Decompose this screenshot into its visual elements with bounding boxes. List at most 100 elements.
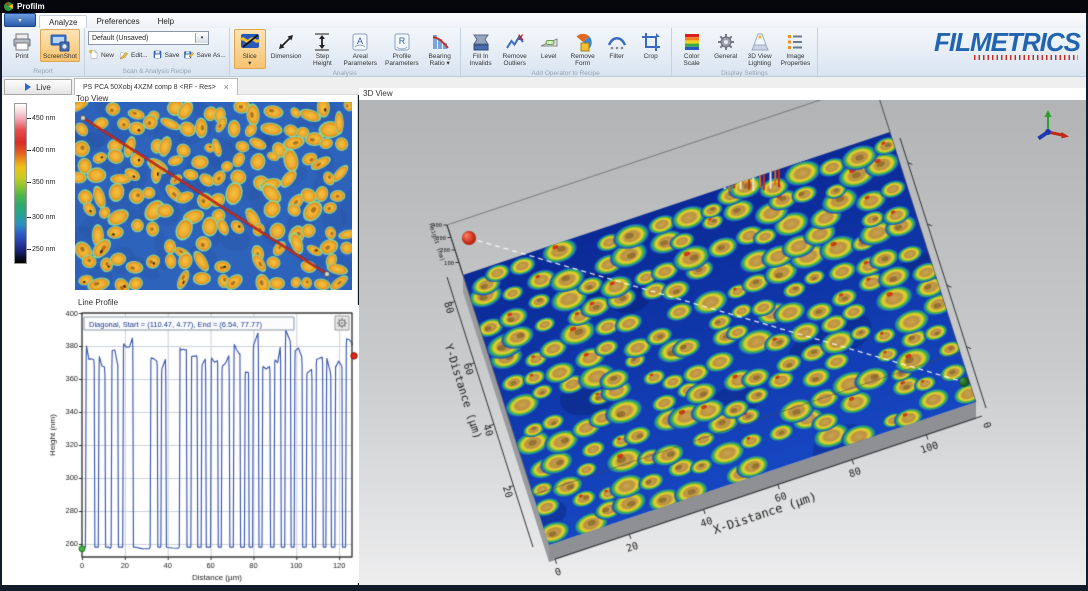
ribbon-group-analysis: Slice ▾ Dimension Step Height A Areal Parame…	[230, 28, 461, 76]
ribbon-toolbar: Print ScreenShot Report Default (Unsaved) ▾ N…	[2, 28, 1086, 77]
filmetrics-logo: FILMETRICS	[934, 30, 1080, 60]
button-label: Slice ▾	[243, 53, 257, 67]
menu-tab-help[interactable]: Help	[149, 15, 183, 28]
screenshot-button[interactable]: ScreenShot	[40, 29, 80, 62]
document-tab-label: PS PCA 50Xobj 4XZM comp 8 <RF - Res>	[83, 84, 216, 91]
filter-icon	[606, 31, 628, 53]
chevron-down-icon[interactable]: ▾	[195, 33, 208, 43]
general-settings-icon	[715, 31, 737, 53]
live-button[interactable]: Live	[4, 79, 72, 95]
new-button[interactable]: New	[88, 49, 114, 62]
button-label: Color Scale	[684, 53, 700, 67]
menu-tabs: AnalyzePreferencesHelp	[39, 15, 183, 28]
filmetrics-logo-text: FILMETRICS	[934, 30, 1080, 54]
3d-view-title: 3D View	[363, 89, 393, 98]
button-label: Remove Form	[571, 53, 595, 67]
lighting-icon	[749, 31, 771, 53]
color-scale-bar	[14, 103, 27, 264]
svg-text:x: x	[518, 32, 524, 43]
profile-parameters-button[interactable]: RProfile Parameters	[382, 29, 422, 69]
3d-surface-view[interactable]	[359, 100, 1086, 585]
button-label: Filter	[609, 53, 623, 60]
remove-form-icon	[572, 31, 594, 53]
button-label: Areal Parameters	[343, 53, 377, 67]
button-label: Profile Parameters	[385, 53, 419, 67]
chevron-down-icon: ▾	[18, 17, 21, 24]
slice-icon	[239, 31, 261, 53]
menu-tab-preferences[interactable]: Preferences	[87, 15, 148, 28]
print-button[interactable]: Print	[6, 29, 38, 62]
areal-parameters-button[interactable]: A Areal Parameters	[340, 29, 380, 69]
level-icon	[538, 31, 560, 53]
application-menu-button[interactable]: ▾	[4, 13, 36, 27]
color-scale-icon	[681, 31, 703, 53]
color-scale-legend: 450 nm 400 nm 350 nm 300 nm 250 nm	[14, 103, 72, 273]
color-scale-tick: 450 nm	[27, 115, 55, 122]
svg-text:A: A	[357, 36, 363, 46]
image-properties-button[interactable]: Image Properties	[778, 29, 814, 69]
bearing-ratio-button[interactable]: Bearing Ratio ▾	[424, 29, 456, 69]
areal-parameters-icon: A	[349, 31, 371, 53]
button-label: Save As...	[196, 52, 225, 59]
button-label: Fill In Invalids	[470, 53, 492, 67]
3d-view-lighting-button[interactable]: 3D View Lighting	[744, 29, 776, 69]
button-label: Save	[165, 52, 180, 59]
filter-button[interactable]: Filter	[601, 29, 633, 62]
profile-parameters-icon: R	[391, 31, 413, 53]
general-button[interactable]: General	[710, 29, 742, 62]
button-label: General	[714, 53, 737, 60]
recipe-combobox-value: Default (Unsaved)	[92, 35, 148, 42]
ribbon-group-display-settings: Color Scale General 3D View Lighting Image …	[672, 28, 819, 76]
button-label: ScreenShot	[43, 53, 77, 60]
ribbon-group-report: Print ScreenShot Report	[2, 28, 85, 76]
menu-tab-analyze[interactable]: Analyze	[39, 15, 87, 28]
color-scale-tick: 250 nm	[27, 246, 55, 253]
color-scale-button[interactable]: Color Scale	[676, 29, 708, 69]
button-label: Print	[15, 53, 28, 60]
printer-icon	[11, 31, 33, 53]
crop-button[interactable]: Crop	[635, 29, 667, 62]
dimension-button[interactable]: Dimension	[268, 29, 305, 62]
color-scale-tick: 300 nm	[27, 214, 55, 221]
ribbon-group-label: Scan & Analysis Recipe	[88, 67, 226, 76]
close-icon[interactable]: ×	[224, 83, 229, 92]
live-button-label: Live	[36, 83, 51, 92]
color-scale-tick: 400 nm	[27, 147, 55, 154]
window-title: Profilm	[17, 2, 45, 11]
edit-button[interactable]: Edit...	[118, 49, 148, 62]
menu-bar: ▾ AnalyzePreferencesHelp	[2, 13, 1086, 28]
edit-recipe-icon	[118, 49, 129, 62]
step-height-button[interactable]: Step Height	[306, 29, 338, 69]
crop-icon	[640, 31, 662, 53]
fill-in-invalids-button[interactable]: Fill In Invalids	[465, 29, 497, 69]
button-label: Bearing Ratio ▾	[428, 53, 450, 67]
3d-view-panel: 3D View	[359, 88, 1086, 585]
profilm-app: { "window": {"title": "Profilm"}, "icons…	[0, 0, 1088, 591]
button-label: Dimension	[271, 53, 302, 60]
save-as-icon	[183, 49, 194, 62]
analysis-panel: 450 nm400 nm350 nm300 nm250 nm Top View …	[2, 95, 358, 585]
fill-invalids-icon	[470, 31, 492, 53]
level-button[interactable]: Level	[533, 29, 565, 62]
slice-button[interactable]: Slice ▾	[234, 29, 266, 69]
button-label: Crop	[644, 53, 658, 60]
button-label: Remove Outliers	[503, 53, 527, 67]
save-button[interactable]: Save	[152, 49, 180, 62]
recipe-combobox[interactable]: Default (Unsaved) ▾	[88, 31, 209, 45]
remove-form-button[interactable]: Remove Form	[567, 29, 599, 69]
button-label: Level	[541, 53, 557, 60]
save-as-button[interactable]: Save As...	[183, 49, 225, 62]
color-scale-tick: 350 nm	[27, 179, 55, 186]
new-recipe-icon	[88, 49, 99, 62]
button-label: 3D View Lighting	[748, 53, 772, 67]
ribbon-group-scan-analysis-recipe: Default (Unsaved) ▾ New Edit... Save Save As.…	[85, 28, 230, 76]
remove-outliers-button[interactable]: x Remove Outliers	[499, 29, 531, 69]
ribbon-group-label: Report	[5, 67, 81, 76]
line-profile-chart[interactable]	[46, 305, 364, 583]
image-properties-icon	[784, 31, 806, 53]
top-view-image[interactable]	[75, 102, 352, 290]
orientation-axes-icon[interactable]	[1026, 108, 1070, 146]
app-icon	[4, 2, 13, 11]
bearing-ratio-icon	[429, 31, 451, 53]
ribbon-group-add-operator-to-recipe: Fill In Invalids x Remove Outliers Level Rem…	[461, 28, 672, 76]
